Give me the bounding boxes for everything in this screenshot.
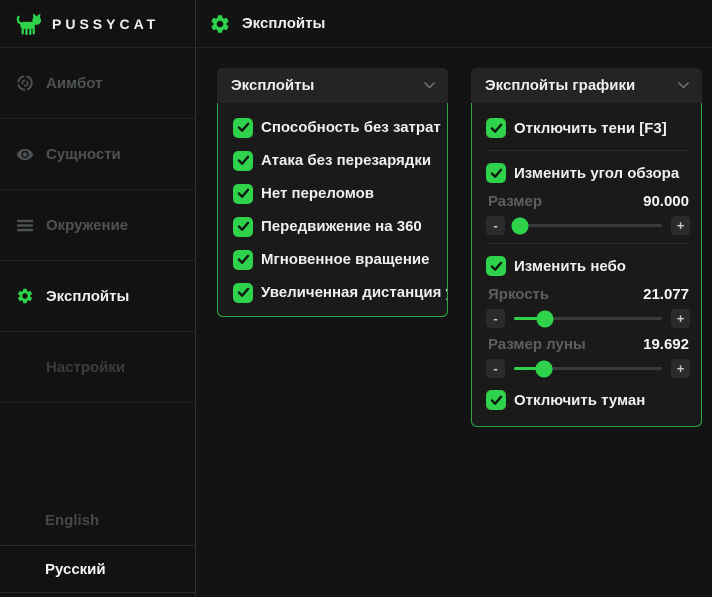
slider-thumb[interactable] <box>511 217 528 234</box>
language-item-english[interactable]: English <box>0 496 195 545</box>
checkbox-checked-icon[interactable] <box>486 390 506 410</box>
toggle-label: Нет переломов <box>261 185 374 202</box>
toggle-label: Увеличенная дистанция укуса <box>261 284 448 301</box>
slider-label: Размер <box>488 193 542 210</box>
toggle-disable-shadows[interactable]: Отключить тени [F3] <box>486 111 701 145</box>
content: Эксплойты Способность без затрат Атака б… <box>197 48 712 427</box>
toggle-label: Передвижение на 360 <box>261 218 422 235</box>
exploits-panel: Эксплойты Способность без затрат Атака б… <box>217 68 448 317</box>
slider-label: Яркость <box>488 286 549 303</box>
sidebar-item-entities[interactable]: Сущности <box>0 119 195 190</box>
moon-size-slider-head: Размер луны 19.692 <box>486 333 701 355</box>
toggle-label: Изменить угол обзора <box>514 165 679 182</box>
toggle-label: Мгновенное вращение <box>261 251 429 268</box>
checkbox-checked-icon[interactable] <box>233 250 253 270</box>
aim-icon <box>16 74 34 92</box>
sidebar-item-exploits[interactable]: Эксплойты <box>0 261 195 332</box>
gear-icon <box>209 13 231 35</box>
brand-name: PUSSYCAT <box>52 16 159 32</box>
toggle-label: Отключить тени [F3] <box>514 120 667 137</box>
eye-icon <box>16 145 34 163</box>
checkbox-checked-icon[interactable] <box>233 151 253 171</box>
gear-icon <box>16 287 34 305</box>
language-switcher: English Русский <box>0 496 195 597</box>
sidebar-item-label: Сущности <box>46 146 121 163</box>
checkbox-checked-icon[interactable] <box>486 256 506 276</box>
toggle-label: Отключить туман <box>514 392 645 409</box>
menu-lines-icon <box>16 216 34 234</box>
exploits-panel-body: Способность без затрат Атака без перезар… <box>217 103 448 317</box>
slider-track[interactable] <box>514 367 662 370</box>
sidebar-item-label: Настройки <box>46 359 125 376</box>
page-title: Эксплойты <box>242 15 325 32</box>
language-label: Русский <box>45 561 106 578</box>
slider-thumb[interactable] <box>537 310 554 327</box>
decrement-button[interactable]: - <box>486 359 505 378</box>
chevron-down-icon <box>424 82 435 89</box>
toggle-no-fractures[interactable]: Нет переломов <box>233 177 447 210</box>
exploits-panel-header[interactable]: Эксплойты <box>217 68 448 103</box>
sidebar-item-aimbot[interactable]: Аимбот <box>0 48 195 119</box>
moon-size-slider: - + <box>486 356 701 381</box>
cat-icon <box>16 12 43 36</box>
slider-thumb[interactable] <box>535 360 552 377</box>
toggle-extended-bite-distance[interactable]: Увеличенная дистанция укуса <box>233 276 447 309</box>
checkbox-checked-icon[interactable] <box>486 163 506 183</box>
checkbox-checked-icon[interactable] <box>233 283 253 303</box>
toggle-label: Изменить небо <box>514 258 626 275</box>
language-item-russian[interactable]: Русский <box>0 545 195 593</box>
language-label: English <box>45 512 99 529</box>
topbar: Эксплойты <box>197 0 712 48</box>
graphics-panel-body: Отключить тени [F3] Изменить угол обзора… <box>471 103 702 427</box>
divider <box>488 243 689 244</box>
app-window: PUSSYCAT Аимбот Сущности <box>0 0 712 597</box>
toggle-disable-fog[interactable]: Отключить туман <box>486 383 701 417</box>
brightness-slider-head: Яркость 21.077 <box>486 283 701 305</box>
decrement-button[interactable]: - <box>486 216 505 235</box>
sidebar-item-label: Окружение <box>46 217 128 234</box>
slider-value: 21.077 <box>643 286 689 303</box>
toggle-instant-rotation[interactable]: Мгновенное вращение <box>233 243 447 276</box>
checkbox-checked-icon[interactable] <box>233 118 253 138</box>
increment-button[interactable]: + <box>671 216 690 235</box>
toggle-no-reload-attack[interactable]: Атака без перезарядки <box>233 144 447 177</box>
sidebar-item-label: Аимбот <box>46 75 102 92</box>
slider-value: 90.000 <box>643 193 689 210</box>
checkbox-checked-icon[interactable] <box>486 118 506 138</box>
sidebar-item-label: Эксплойты <box>46 288 129 305</box>
divider <box>488 150 689 151</box>
sidebar-item-settings[interactable]: Настройки <box>0 332 195 403</box>
panel-title: Эксплойты графики <box>485 77 635 94</box>
toggle-label: Атака без перезарядки <box>261 152 431 169</box>
fov-size-slider-head: Размер 90.000 <box>486 190 701 212</box>
slider-label: Размер луны <box>488 336 586 353</box>
graphics-panel-header[interactable]: Эксплойты графики <box>471 68 702 103</box>
slider-value: 19.692 <box>643 336 689 353</box>
main-area: Эксплойты Эксплойты Способность без затр… <box>197 0 712 597</box>
slider-track[interactable] <box>514 224 662 227</box>
toggle-no-cost-ability[interactable]: Способность без затрат <box>233 111 447 144</box>
sidebar: PUSSYCAT Аимбот Сущности <box>0 0 196 597</box>
toggle-change-sky[interactable]: Изменить небо <box>486 249 701 283</box>
brand-logo: PUSSYCAT <box>0 0 195 48</box>
brightness-slider: - + <box>486 306 701 331</box>
sidebar-item-environment[interactable]: Окружение <box>0 190 195 261</box>
decrement-button[interactable]: - <box>486 309 505 328</box>
panel-title: Эксплойты <box>231 77 314 94</box>
fov-size-slider: - + <box>486 213 701 238</box>
increment-button[interactable]: + <box>671 359 690 378</box>
slider-track[interactable] <box>514 317 662 320</box>
checkbox-checked-icon[interactable] <box>233 184 253 204</box>
toggle-change-fov[interactable]: Изменить угол обзора <box>486 156 701 190</box>
checkbox-checked-icon[interactable] <box>233 217 253 237</box>
chevron-down-icon <box>678 82 689 89</box>
graphics-panel: Эксплойты графики Отключить тени [F3] Из… <box>471 68 702 427</box>
increment-button[interactable]: + <box>671 309 690 328</box>
toggle-360-movement[interactable]: Передвижение на 360 <box>233 210 447 243</box>
toggle-label: Способность без затрат <box>261 119 441 136</box>
